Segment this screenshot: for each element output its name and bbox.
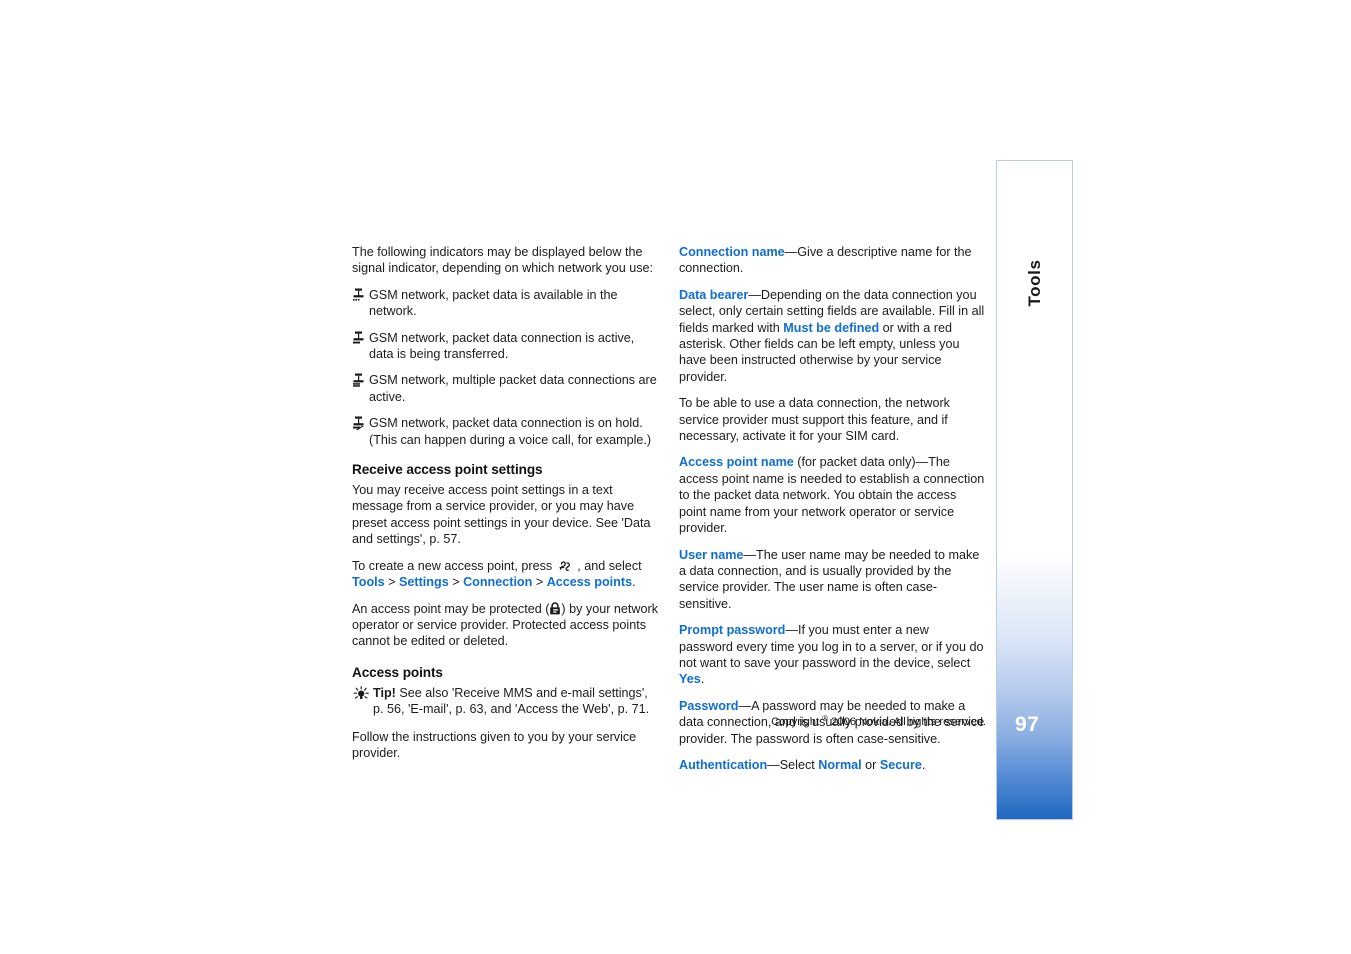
tip-lightbulb-icon <box>352 685 369 701</box>
term-access-point-name[interactable]: Access point name <box>679 455 794 469</box>
menu-separator-2: > <box>448 575 464 590</box>
create-text-before: To create a new access point, press <box>352 558 553 573</box>
setting-authentication: Authentication—Select Normal or Secure. <box>679 757 986 773</box>
indicator-text: GSM network, packet data is available in… <box>369 287 618 319</box>
copyright-prefix: Copyright <box>771 716 823 728</box>
menu-key-icon <box>558 559 572 573</box>
gprs-multiple-icon <box>352 373 365 388</box>
copyright-notice: Copyright ® 2006 Nokia. All rights reser… <box>679 712 986 729</box>
copyright-suffix: 2006 Nokia. All rights reserved. <box>828 716 986 728</box>
dash: — <box>748 287 761 302</box>
link-tools[interactable]: Tools <box>352 575 385 589</box>
authentication-text-after: . <box>921 757 926 772</box>
intro-paragraph: The following indicators may be displaye… <box>352 245 654 276</box>
create-access-point-paragraph: To create a new access point, press , an… <box>352 558 660 591</box>
indicator-row-gprs-on-hold: GSM network, packet data connection is o… <box>352 415 660 448</box>
indicator-row-gprs-active: GSM network, packet data connection is a… <box>352 330 660 363</box>
term-user-name[interactable]: User name <box>679 548 743 562</box>
link-connection[interactable]: Connection <box>463 575 532 589</box>
menu-separator-3: > <box>532 575 547 590</box>
follow-instructions-paragraph: Follow the instructions given to you by … <box>352 729 637 760</box>
prompt-password-text-after: . <box>700 672 705 687</box>
dash: — <box>738 698 752 713</box>
heading-access-points: Access points <box>352 664 443 680</box>
protected-access-point-paragraph: An access point may be protected ( ) by … <box>352 601 660 650</box>
term-authentication[interactable]: Authentication <box>679 758 767 772</box>
tip-label: Tip! <box>373 685 396 700</box>
document-page: The following indicators may be displaye… <box>0 0 1351 954</box>
link-access-points[interactable]: Access points <box>547 575 632 589</box>
option-normal[interactable]: Normal <box>818 758 861 772</box>
setting-user-name: User name—The user name may be needed to… <box>679 547 986 613</box>
section-tab-label: Tools <box>1024 259 1044 307</box>
tip-text: See also 'Receive MMS and e-mail setting… <box>373 685 650 717</box>
setting-connection-name: Connection name—Give a descriptive name … <box>679 244 986 277</box>
gprs-available-icon <box>352 288 365 302</box>
dash: — <box>784 245 798 259</box>
access-point-name-qualifier: (for packet data only) <box>793 455 916 470</box>
indicator-text: GSM network, packet data connection is a… <box>369 330 635 362</box>
option-secure[interactable]: Secure <box>880 758 922 772</box>
lock-icon <box>549 601 561 615</box>
term-connection-name[interactable]: Connection name <box>679 245 785 259</box>
dash: — <box>785 623 798 638</box>
page-number: 97 <box>1015 713 1040 736</box>
link-settings[interactable]: Settings <box>399 575 449 589</box>
indicator-text: GSM network, packet data connection is o… <box>369 416 652 447</box>
setting-access-point-name: Access point name (for packet data only)… <box>679 454 986 536</box>
sim-card-paragraph: To be able to use a data connection, the… <box>679 396 950 444</box>
heading-receive-access-point-settings: Receive access point settings <box>352 462 543 478</box>
term-password[interactable]: Password <box>679 699 739 713</box>
term-prompt-password[interactable]: Prompt password <box>679 623 785 637</box>
menu-separator-1: > <box>384 575 400 590</box>
emphasis-must-be-defined: Must be defined <box>783 320 880 335</box>
authentication-text-before: Select <box>779 757 819 772</box>
dash: — <box>743 547 756 562</box>
setting-data-bearer: Data bearer—Depending on the data connec… <box>679 287 986 385</box>
term-data-bearer[interactable]: Data bearer <box>679 288 748 302</box>
authentication-middle: or <box>861 757 880 772</box>
indicator-text: GSM network, multiple packet data connec… <box>369 373 657 404</box>
gprs-active-icon <box>352 331 365 345</box>
dash: — <box>767 757 780 772</box>
create-text-after: , and select <box>577 558 642 573</box>
right-column: Connection name—Give a descriptive name … <box>679 244 986 783</box>
protected-text-before: An access point may be protected ( <box>352 601 550 616</box>
section-tab-tools[interactable]: Tools 97 <box>996 160 1073 820</box>
setting-prompt-password: Prompt password—If you must enter a new … <box>679 622 986 688</box>
indicator-row-gprs-available: GSM network, packet data is available in… <box>352 287 660 320</box>
indicator-row-gprs-multiple: GSM network, multiple packet data connec… <box>352 372 660 405</box>
gprs-on-hold-icon <box>352 416 365 433</box>
receive-settings-paragraph: You may receive access point settings in… <box>352 483 651 547</box>
dash: — <box>915 455 929 470</box>
create-text-end: . <box>632 575 636 590</box>
left-column: The following indicators may be displaye… <box>352 244 660 771</box>
option-yes[interactable]: Yes <box>679 672 701 686</box>
tip-block: Tip! See also 'Receive MMS and e-mail se… <box>352 685 660 718</box>
